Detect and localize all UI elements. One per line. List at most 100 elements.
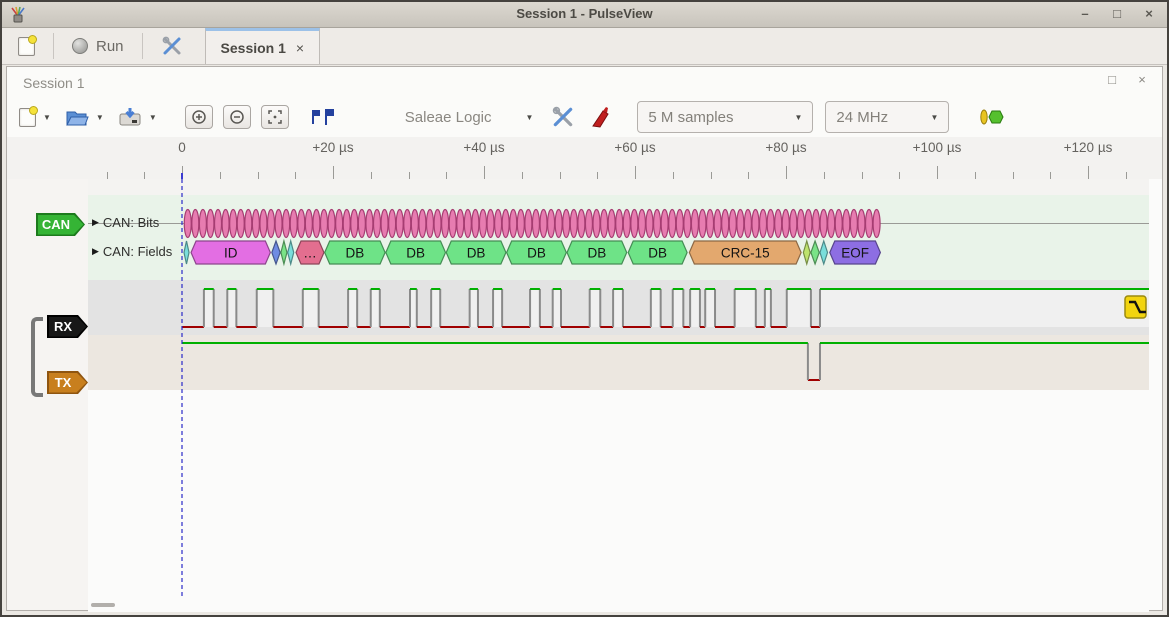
ruler-minor-tick xyxy=(597,172,598,179)
zoom-out-icon xyxy=(229,109,245,125)
chevron-down-icon[interactable]: ▼ xyxy=(43,113,51,122)
device-selector[interactable]: Saleae Logic xyxy=(405,109,492,126)
ruler-minor-tick xyxy=(1013,172,1014,179)
svg-text:DB: DB xyxy=(406,246,425,261)
trigger-flags-icon xyxy=(309,107,335,127)
ruler-tick-label: +100 µs xyxy=(913,140,962,155)
ruler-minor-tick xyxy=(673,172,674,179)
channel-tag-rx[interactable]: RX xyxy=(47,315,88,338)
chevron-down-icon[interactable]: ▼ xyxy=(149,113,157,122)
ruler-minor-tick xyxy=(258,172,259,179)
trigger-marker[interactable] xyxy=(1125,296,1146,318)
expander-icon[interactable]: ▶ xyxy=(92,217,99,228)
ruler-minor-tick xyxy=(748,172,749,179)
run-label: Run xyxy=(96,38,124,55)
toolbar-separator xyxy=(142,33,143,59)
sample-count-select[interactable]: 5 M samples ▼ xyxy=(637,101,813,133)
ruler-minor-tick xyxy=(560,172,561,179)
chevron-down-icon: ▼ xyxy=(795,113,803,122)
svg-text:DB: DB xyxy=(346,246,365,261)
ruler-minor-tick xyxy=(409,172,410,179)
zoom-out-button[interactable] xyxy=(223,105,251,129)
window-title: Session 1 - PulseView xyxy=(2,6,1167,21)
zoom-fit-button[interactable] xyxy=(261,105,289,129)
save-button[interactable]: ▼ xyxy=(118,106,157,128)
svg-text:DB: DB xyxy=(587,246,606,261)
chevron-down-icon: ▼ xyxy=(931,113,939,122)
chevron-down-icon[interactable]: ▼ xyxy=(96,113,104,122)
ruler-tick-label: +40 µs xyxy=(463,140,504,155)
ruler-major-tick xyxy=(635,166,636,179)
ruler-tick-label: +60 µs xyxy=(614,140,655,155)
trace-sidebar: CAN RX TX xyxy=(7,179,88,610)
dock-title: Session 1 xyxy=(23,75,84,91)
ruler-minor-tick xyxy=(975,172,976,179)
svg-text:DB: DB xyxy=(467,246,486,261)
channel-group-bracket xyxy=(31,317,43,397)
decoder-tag-can[interactable]: CAN xyxy=(36,213,85,236)
sample-rate-value: 24 MHz xyxy=(836,109,888,126)
ruler-minor-tick xyxy=(371,172,372,179)
tab-label: Session 1 xyxy=(221,40,286,56)
chevron-down-icon[interactable]: ▼ xyxy=(526,113,534,122)
session-toolbar: ▼ ▼ ▼ xyxy=(7,97,1162,137)
channels-button[interactable] xyxy=(589,105,611,129)
decoder-row-fields[interactable]: ▶ CAN: Fields xyxy=(92,244,172,259)
svg-text:DB: DB xyxy=(648,246,667,261)
wrench-icon xyxy=(551,105,575,129)
device-config-button[interactable] xyxy=(551,105,575,129)
ruler-minor-tick xyxy=(711,172,712,179)
decoder-row-bits[interactable]: ▶ CAN: Bits xyxy=(92,215,159,230)
zoom-in-icon xyxy=(191,109,207,125)
ruler-tick-label: +80 µs xyxy=(765,140,806,155)
sample-count-value: 5 M samples xyxy=(648,109,733,126)
horizontal-scrollbar-thumb[interactable] xyxy=(91,603,115,607)
settings-button[interactable] xyxy=(153,32,191,60)
new-session-button[interactable] xyxy=(10,34,43,59)
ruler-major-tick xyxy=(786,166,787,179)
ruler-minor-tick xyxy=(220,172,221,179)
probe-icon xyxy=(589,105,611,129)
trigger-flags-button[interactable] xyxy=(309,107,335,127)
save-icon xyxy=(118,106,142,128)
sample-rate-select[interactable]: 24 MHz ▼ xyxy=(825,101,949,133)
titlebar: Session 1 - PulseView – □ × xyxy=(2,2,1167,28)
add-decoder-button[interactable] xyxy=(977,108,1005,126)
open-button[interactable]: ▼ xyxy=(65,107,104,127)
ruler-tick-label: +20 µs xyxy=(312,140,353,155)
settings-icon xyxy=(161,35,183,57)
dock-header: Session 1 □ × xyxy=(7,67,1162,97)
ruler-major-tick xyxy=(1088,166,1089,179)
plot-area[interactable]: ID…DBDBDBDBDBDBCRC-15EOF ▶ CAN: Bits ▶ C… xyxy=(88,179,1149,612)
toolbar-separator xyxy=(53,33,54,59)
ruler-minor-tick xyxy=(446,172,447,179)
svg-text:DB: DB xyxy=(527,246,546,261)
ruler-minor-tick xyxy=(899,172,900,179)
svg-text:CRC-15: CRC-15 xyxy=(721,246,770,261)
tab-session-1[interactable]: Session 1 × xyxy=(205,28,321,64)
tab-close-icon[interactable]: × xyxy=(296,40,304,56)
new-file-icon xyxy=(19,108,36,127)
expander-icon[interactable]: ▶ xyxy=(92,246,99,257)
dock-close-button[interactable]: × xyxy=(1134,72,1150,87)
run-button[interactable]: Run xyxy=(64,35,132,58)
zoom-in-button[interactable] xyxy=(185,105,213,129)
ruler-tick-label: 0 xyxy=(178,140,186,155)
dock-float-button[interactable]: □ xyxy=(1104,72,1120,87)
maximize-button[interactable]: □ xyxy=(1109,4,1125,22)
close-button[interactable]: × xyxy=(1141,4,1157,22)
pulseview-window: Session 1 - PulseView – □ × Run Session … xyxy=(0,0,1169,617)
new-file-button[interactable]: ▼ xyxy=(19,108,51,127)
channel-tag-tx[interactable]: TX xyxy=(47,371,88,394)
ruler-minor-tick xyxy=(107,172,108,179)
minimize-button[interactable]: – xyxy=(1077,4,1093,22)
time-ruler: 0+20 µs+40 µs+60 µs+80 µs+100 µs+120 µs xyxy=(7,137,1162,179)
trace-view: CAN RX TX ID…DBDBDBDBDBDBCRC-15EOF ▶ CAN… xyxy=(7,179,1162,610)
ruler-major-tick xyxy=(937,166,938,179)
new-session-icon xyxy=(18,37,35,56)
main-toolbar: Run Session 1 × xyxy=(2,28,1167,65)
run-icon xyxy=(72,38,88,54)
ruler-minor-tick xyxy=(824,172,825,179)
ruler-minor-tick xyxy=(295,172,296,179)
ruler-minor-tick xyxy=(144,172,145,179)
